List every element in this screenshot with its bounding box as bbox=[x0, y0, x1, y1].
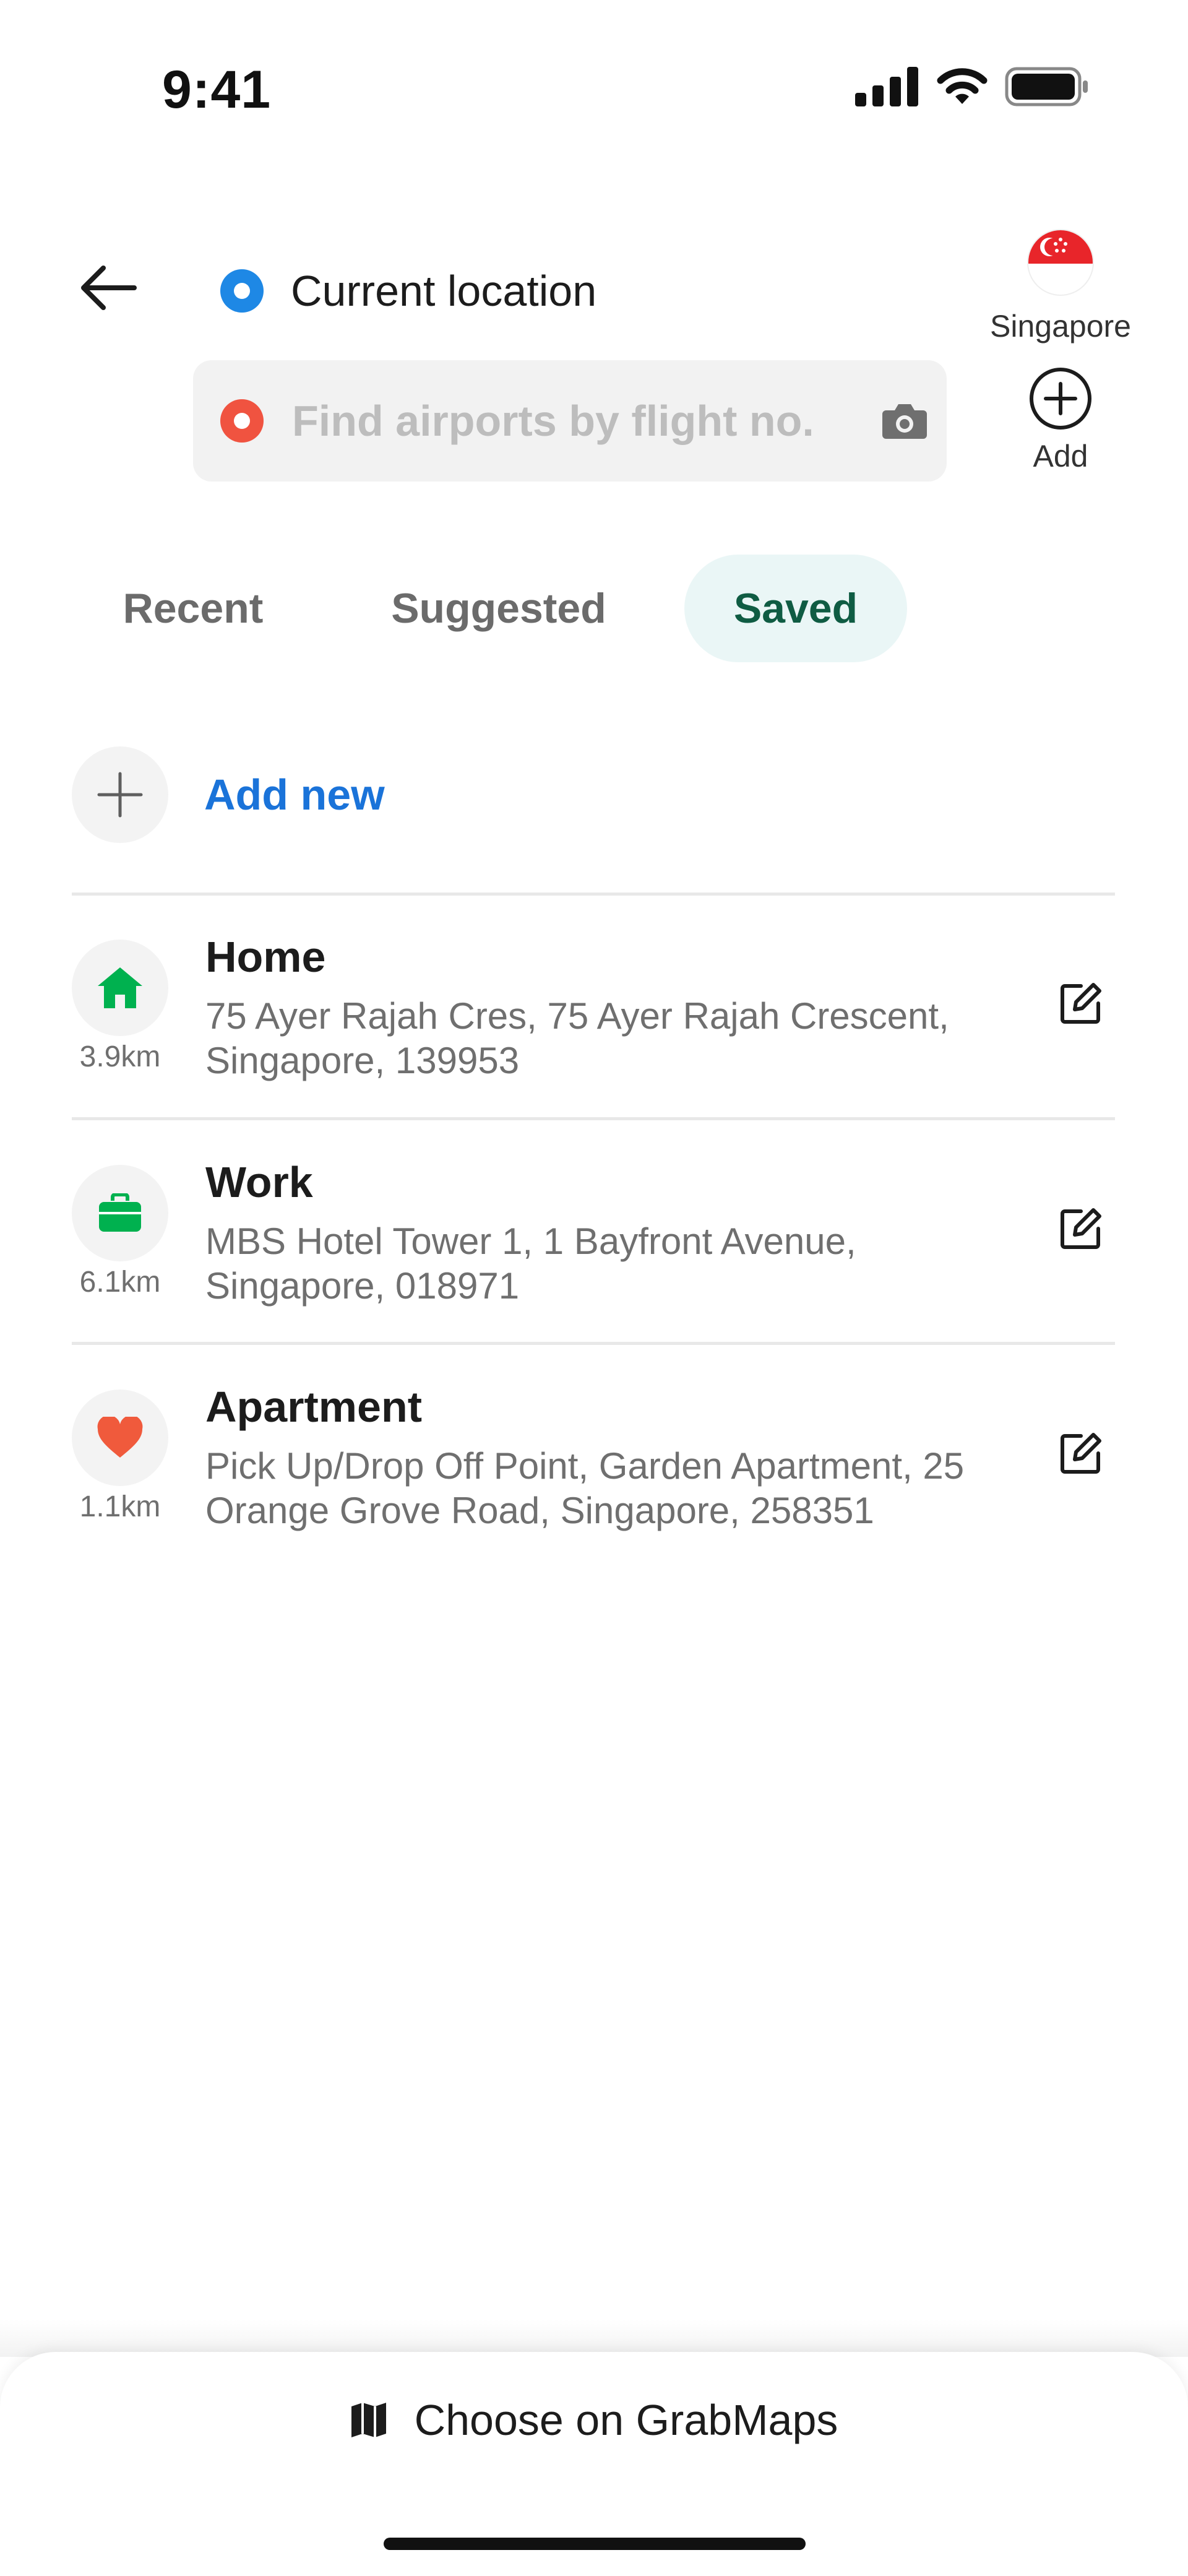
saved-place-work[interactable]: 6.1km Work MBS Hotel Tower 1, 1 Bayfront… bbox=[72, 1157, 1115, 1343]
place-address: MBS Hotel Tower 1, 1 Bayfront Avenue, Si… bbox=[205, 1219, 1010, 1308]
place-address-line: MBS Hotel Tower 1, 1 Bayfront Avenue, bbox=[205, 1221, 856, 1262]
add-new-icon-circle bbox=[72, 746, 168, 843]
divider bbox=[72, 893, 1115, 896]
briefcase-icon bbox=[99, 1193, 141, 1232]
heart-icon bbox=[97, 1417, 143, 1458]
edit-button[interactable] bbox=[1047, 1195, 1115, 1263]
origin-field[interactable]: Current location bbox=[220, 266, 596, 316]
saved-place-home[interactable]: 3.9km Home 75 Ayer Rajah Cres, 75 Ayer R… bbox=[72, 932, 1115, 1118]
status-icons bbox=[855, 67, 1089, 106]
edit-icon bbox=[1061, 1433, 1101, 1474]
status-time: 9:41 bbox=[162, 60, 272, 119]
add-label: Add bbox=[1033, 439, 1088, 473]
place-distance: 6.1km bbox=[79, 1266, 161, 1299]
edit-icon bbox=[1061, 983, 1101, 1024]
place-distance: 3.9km bbox=[79, 1040, 161, 1073]
singapore-flag-icon bbox=[1028, 230, 1093, 295]
plus-circle-icon bbox=[1030, 368, 1091, 430]
add-new-label: Add new bbox=[204, 771, 385, 819]
plus-icon bbox=[97, 772, 143, 818]
choose-on-map-label: Choose on GrabMaps bbox=[414, 2396, 838, 2444]
divider bbox=[72, 1342, 1115, 1345]
destination-dot-icon bbox=[220, 399, 264, 443]
region-selector[interactable]: Singapore bbox=[981, 230, 1140, 344]
cellular-signal-icon bbox=[855, 67, 918, 106]
battery-icon bbox=[1005, 67, 1088, 106]
destination-search-box[interactable] bbox=[193, 360, 947, 482]
add-stop-button[interactable]: Add bbox=[981, 366, 1140, 474]
briefcase-icon-circle bbox=[72, 1165, 168, 1261]
place-address-line: 75 Ayer Rajah Cres, 75 Ayer Rajah Cresce… bbox=[205, 995, 949, 1037]
place-address-line: Orange Grove Road, Singapore, 258351 bbox=[205, 1490, 874, 1531]
choose-on-map-button[interactable]: Choose on GrabMaps bbox=[322, 2383, 866, 2457]
edit-button[interactable] bbox=[1047, 1419, 1115, 1487]
tab-suggested[interactable]: Suggested bbox=[361, 555, 636, 662]
sheet-shadow bbox=[0, 2320, 1188, 2357]
place-address: Pick Up/Drop Off Point, Garden Apartment… bbox=[205, 1444, 1010, 1533]
back-button[interactable] bbox=[74, 254, 142, 322]
tab-saved[interactable]: Saved bbox=[684, 555, 907, 662]
map-icon bbox=[351, 2403, 386, 2437]
place-address: 75 Ayer Rajah Cres, 75 Ayer Rajah Cresce… bbox=[205, 994, 1010, 1083]
edit-button[interactable] bbox=[1047, 969, 1115, 1037]
wifi-icon bbox=[937, 68, 988, 104]
camera-button[interactable] bbox=[874, 390, 936, 452]
camera-icon bbox=[882, 404, 927, 439]
divider bbox=[72, 1117, 1115, 1120]
home-icon-circle bbox=[72, 940, 168, 1036]
arrow-left-icon bbox=[81, 266, 137, 310]
place-address-line: Singapore, 018971 bbox=[205, 1265, 520, 1307]
place-name: Apartment bbox=[205, 1383, 423, 1431]
region-label: Singapore bbox=[990, 309, 1131, 344]
place-name: Work bbox=[205, 1158, 313, 1206]
origin-label: Current location bbox=[291, 267, 597, 315]
place-address-line: Pick Up/Drop Off Point, Garden Apartment… bbox=[205, 1445, 965, 1487]
home-indicator[interactable] bbox=[384, 2538, 806, 2550]
heart-icon-circle bbox=[72, 1390, 168, 1486]
origin-dot-icon bbox=[220, 269, 264, 313]
home-icon bbox=[98, 967, 142, 1008]
saved-place-apartment[interactable]: 1.1km Apartment Pick Up/Drop Off Point, … bbox=[72, 1382, 1115, 1568]
edit-icon bbox=[1061, 1208, 1101, 1249]
destination-search-input[interactable] bbox=[291, 395, 863, 446]
place-address-line: Singapore, 139953 bbox=[205, 1040, 520, 1081]
tab-recent[interactable]: Recent bbox=[97, 555, 290, 662]
add-new-place-button[interactable]: Add new bbox=[72, 746, 385, 843]
place-distance: 1.1km bbox=[79, 1490, 161, 1523]
place-name: Home bbox=[205, 933, 326, 981]
